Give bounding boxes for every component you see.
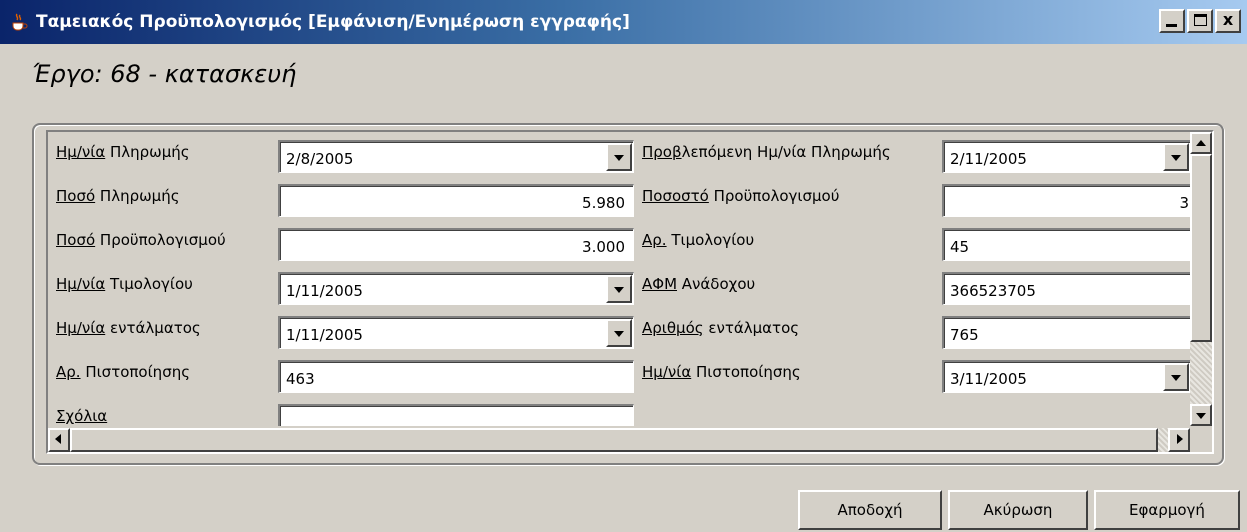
label-expected-payment-date: Προβλεπόμενη Ημ/νία Πληρωμής [642, 143, 891, 161]
scroll-right-button[interactable] [1168, 428, 1190, 452]
window-controls: x [1159, 9, 1241, 33]
form-group-panel: Ημ/νία Πληρωμής 2/8/2005 Ποσό Πληρωμής 5… [32, 123, 1224, 465]
chevron-down-icon [1171, 155, 1181, 161]
horizontal-scroll-thumb[interactable] [70, 428, 1158, 452]
certification-number-value: 463 [286, 370, 315, 388]
invoice-date-combo[interactable]: 1/11/2005 [278, 272, 634, 305]
payment-amount-field[interactable]: 5.980 [278, 184, 634, 217]
invoice-number-field[interactable]: 45 [942, 228, 1190, 261]
certification-date-combo[interactable]: 3/11/2005 [942, 360, 1190, 393]
certification-number-field[interactable]: 463 [278, 360, 634, 393]
budget-amount-field[interactable]: 3.000 [278, 228, 634, 261]
label-invoice-number: Αρ. Τιμολογίου [642, 231, 755, 249]
close-icon: x [1222, 10, 1234, 29]
budget-percentage-value: 3 [1179, 194, 1189, 212]
scroll-up-button[interactable] [1190, 132, 1212, 154]
budget-amount-value: 3.000 [582, 238, 625, 256]
certification-date-value: 3/11/2005 [950, 370, 1027, 388]
payment-amount-value: 5.980 [582, 194, 625, 212]
accept-button[interactable]: Αποδοχή [798, 490, 942, 530]
contractor-tax-id-value: 366523705 [950, 282, 1036, 300]
warrant-date-combo[interactable]: 1/11/2005 [278, 316, 634, 349]
close-button[interactable]: x [1215, 9, 1241, 33]
title-bar[interactable]: Ταμειακός Προϋπολογισμός [Εμφάνιση/Ενημέ… [0, 0, 1247, 44]
expected-payment-date-value: 2/11/2005 [950, 150, 1027, 168]
label-payment-date: Ημ/νία Πληρωμής [56, 143, 190, 161]
payment-date-value: 2/8/2005 [286, 150, 354, 168]
java-cup-icon [8, 11, 30, 33]
arrow-up-icon [1196, 140, 1206, 146]
page-title: Έργο: 68 - κατασκευή [32, 60, 297, 88]
warrant-number-field[interactable]: 765 [942, 316, 1190, 349]
expected-payment-date-dropdown-button[interactable] [1163, 143, 1189, 171]
payment-date-dropdown-button[interactable] [606, 143, 632, 171]
label-comments: Σχόλια [56, 407, 108, 425]
label-certification-number: Αρ. Πιστοποίησης [56, 363, 191, 381]
chevron-down-icon [1171, 375, 1181, 381]
label-warrant-date: Ημ/νία εντάλματος [56, 319, 201, 337]
minimize-icon [1166, 24, 1177, 27]
contractor-tax-id-field[interactable]: 366523705 [942, 272, 1190, 305]
horizontal-scrollbar[interactable] [48, 428, 1190, 452]
minimize-button[interactable] [1159, 9, 1185, 33]
label-invoice-date: Ημ/νία Τιμολογίου [56, 275, 193, 293]
label-budget-amount: Ποσό Προϋπολογισμού [56, 231, 226, 249]
certification-date-dropdown-button[interactable] [1163, 363, 1189, 391]
dialog-window: Ταμειακός Προϋπολογισμός [Εμφάνιση/Ενημέ… [0, 0, 1247, 532]
scroll-left-button[interactable] [48, 428, 70, 452]
vertical-scrollbar[interactable] [1190, 132, 1212, 426]
warrant-date-dropdown-button[interactable] [606, 319, 632, 347]
arrow-left-icon [55, 434, 61, 444]
maximize-button[interactable] [1187, 9, 1213, 33]
expected-payment-date-combo[interactable]: 2/11/2005 [942, 140, 1190, 173]
invoice-date-dropdown-button[interactable] [606, 275, 632, 303]
budget-percentage-field[interactable]: 3 [942, 184, 1190, 217]
form-scroll-pane: Ημ/νία Πληρωμής 2/8/2005 Ποσό Πληρωμής 5… [46, 130, 1214, 454]
scrollbar-corner [1190, 428, 1212, 452]
payment-date-combo[interactable]: 2/8/2005 [278, 140, 634, 173]
form-viewport: Ημ/νία Πληρωμής 2/8/2005 Ποσό Πληρωμής 5… [48, 132, 1190, 426]
warrant-date-value: 1/11/2005 [286, 326, 363, 344]
label-budget-percentage: Ποσοστό Προϋπολογισμού [642, 187, 840, 205]
label-contractor-tax-id: ΑΦΜ Ανάδοχου [642, 275, 756, 293]
maximize-icon [1194, 14, 1207, 26]
cancel-button[interactable]: Ακύρωση [948, 490, 1088, 530]
chevron-down-icon [614, 155, 624, 161]
chevron-down-icon [614, 331, 624, 337]
label-certification-date: Ημ/νία Πιστοποίησης [642, 363, 801, 381]
vertical-scroll-thumb[interactable] [1190, 154, 1212, 342]
apply-button[interactable]: Εφαρμογή [1094, 490, 1240, 530]
label-payment-amount: Ποσό Πληρωμής [56, 187, 180, 205]
comments-field[interactable] [278, 404, 634, 426]
arrow-right-icon [1177, 434, 1183, 444]
invoice-date-value: 1/11/2005 [286, 282, 363, 300]
invoice-number-value: 45 [950, 238, 970, 256]
warrant-number-value: 765 [950, 326, 979, 344]
label-warrant-number: Αριθμός εντάλματος [642, 319, 800, 337]
chevron-down-icon [614, 287, 624, 293]
scroll-down-button[interactable] [1190, 404, 1212, 426]
arrow-down-icon [1196, 413, 1206, 419]
window-title: Ταμειακός Προϋπολογισμός [Εμφάνιση/Ενημέ… [36, 12, 630, 32]
